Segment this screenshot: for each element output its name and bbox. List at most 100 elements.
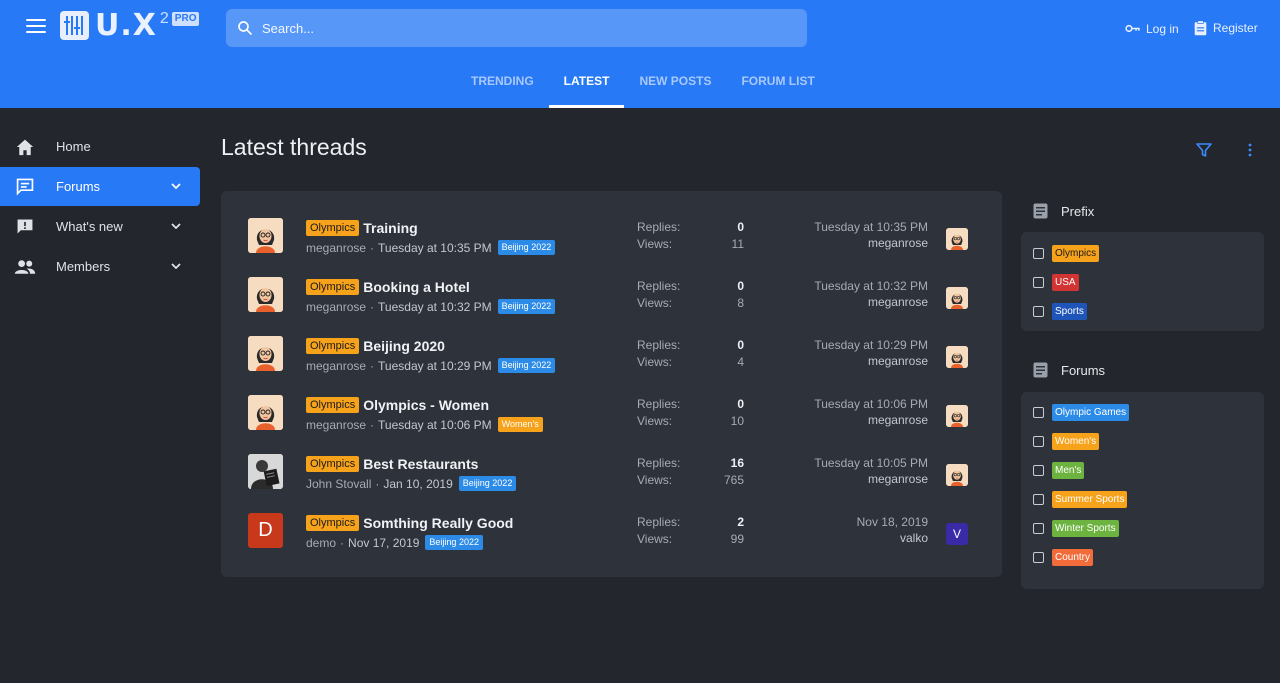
author-avatar[interactable] [248,454,283,489]
sidebar-item-members[interactable]: Members [0,247,200,286]
filter-checkbox[interactable] [1033,494,1044,505]
thread-prefix-badge[interactable]: Olympics [306,397,360,413]
thread-forum-tag[interactable]: Beijing 2022 [425,535,483,550]
thread-prefix-badge[interactable]: Olympics [306,220,360,236]
filter-checkbox[interactable] [1033,465,1044,476]
sidebar-item-forums[interactable]: Forums [0,167,200,206]
thread-forum-tag[interactable]: Beijing 2022 [497,240,556,255]
login-link[interactable]: Log in [1124,20,1179,37]
last-poster-avatar[interactable] [946,287,968,309]
search-bar[interactable] [226,9,807,47]
filter-option[interactable]: USA [1033,274,1079,291]
sidebar-item-home[interactable]: Home [0,127,200,166]
filter-option[interactable]: Olympics [1033,245,1100,262]
last-poster-avatar[interactable] [946,464,968,486]
last-post-date[interactable]: Tuesday at 10:06 PM [814,397,928,411]
filter-option[interactable]: Winter Sports [1033,520,1119,537]
last-poster-avatar[interactable] [946,228,968,250]
filter-checkbox[interactable] [1033,523,1044,534]
filter-checkbox[interactable] [1033,306,1044,317]
last-poster-avatar[interactable] [946,346,968,368]
last-poster-link[interactable]: meganrose [868,413,928,427]
thread-forum-tag[interactable]: Beijing 2022 [497,299,556,314]
last-post-date[interactable]: Nov 18, 2019 [857,515,928,529]
thread-start-date[interactable]: Tuesday at 10:32 PM [378,300,492,314]
last-post-date[interactable]: Tuesday at 10:05 PM [814,456,928,470]
filter-option[interactable]: Men's [1033,462,1085,479]
thread-title-link[interactable]: Booking a Hotel [363,279,470,295]
chevron-down-icon[interactable] [170,180,182,192]
chevron-down-icon[interactable] [170,220,182,232]
last-post-date[interactable]: Tuesday at 10:29 PM [814,338,928,352]
thread-author-link[interactable]: John Stovall [306,477,371,491]
thread-title-link[interactable]: Training [363,220,417,236]
last-poster-avatar[interactable]: V [946,523,968,545]
menu-icon[interactable] [26,19,46,37]
tab-trending[interactable]: TRENDING [456,62,549,108]
filter-checkbox[interactable] [1033,436,1044,447]
thread-author-link[interactable]: meganrose [306,418,366,432]
thread-author-link[interactable]: meganrose [306,359,366,373]
author-avatar[interactable] [248,395,283,430]
more-options-icon[interactable] [1247,142,1253,158]
filter-icon[interactable] [1196,142,1212,158]
filter-checkbox[interactable] [1033,248,1044,259]
chevron-down-icon[interactable] [170,260,182,272]
tab-latest[interactable]: LATEST [548,62,625,108]
thread-forum-tag[interactable]: Beijing 2022 [458,476,517,491]
last-post-date[interactable]: Tuesday at 10:35 PM [814,220,928,234]
replies-count: 16 [730,456,744,470]
author-avatar[interactable] [248,336,283,371]
author-avatar[interactable] [248,218,283,253]
filter-checkbox[interactable] [1033,407,1044,418]
thread-start-date[interactable]: Jan 10, 2019 [383,477,452,491]
thread-title-line: Olympics Best Restaurants [306,456,478,472]
filter-option[interactable]: Summer Sports [1033,491,1128,508]
thread-prefix-badge[interactable]: Olympics [306,338,360,354]
last-poster-avatar[interactable] [946,405,968,427]
views-label: Views: [637,414,673,428]
filter-option[interactable]: Sports [1033,303,1087,320]
thread-start-date[interactable]: Tuesday at 10:06 PM [378,418,492,432]
thread-meta: John Stovall · Jan 10, 2019 Beijing 2022 [306,476,517,491]
thread-author-link[interactable]: demo [306,536,336,550]
filter-option[interactable]: Women's [1033,433,1100,450]
filter-checkbox[interactable] [1033,552,1044,563]
filter-option[interactable]: Olympic Games [1033,404,1130,421]
thread-prefix-badge[interactable]: Olympics [306,515,360,531]
sidebar-item-whats-new[interactable]: What's new [0,207,200,246]
register-link[interactable]: Register [1193,20,1258,36]
last-post-date[interactable]: Tuesday at 10:32 PM [814,279,928,293]
thread-title-link[interactable]: Somthing Really Good [363,515,513,531]
last-poster-link[interactable]: meganrose [868,295,928,309]
search-input[interactable] [262,20,762,36]
thread-prefix-badge[interactable]: Olympics [306,456,360,472]
thread-title-link[interactable]: Best Restaurants [363,456,478,472]
thread-forum-tag[interactable]: Women's [497,417,543,432]
thread-list: Olympics Training meganrose · Tuesday at 10:… [221,191,1002,577]
thread-title-link[interactable]: Beijing 2020 [363,338,445,354]
last-poster-link[interactable]: meganrose [868,236,928,250]
tab-forum-list[interactable]: FORUM LIST [726,62,829,108]
thread-author-link[interactable]: meganrose [306,300,366,314]
last-poster-link[interactable]: meganrose [868,354,928,368]
filter-checkbox[interactable] [1033,277,1044,288]
replies-count: 0 [737,397,744,411]
last-poster-link[interactable]: valko [900,531,928,545]
site-logo[interactable]: U.X 2 PRO [60,10,200,43]
author-avatar[interactable]: D [248,513,283,548]
logo-superscript: 2 [159,10,169,27]
thread-prefix-badge[interactable]: Olympics [306,279,360,295]
author-avatar[interactable] [248,277,283,312]
thread-author-link[interactable]: meganrose [306,241,366,255]
last-poster-link[interactable]: meganrose [868,472,928,486]
thread-forum-tag[interactable]: Beijing 2022 [497,358,556,373]
thread-start-date[interactable]: Nov 17, 2019 [348,536,419,550]
filter-chip-label: Winter Sports [1052,520,1119,537]
tab-new-posts[interactable]: NEW POSTS [624,62,726,108]
thread-title-line: Olympics Beijing 2020 [306,338,445,354]
thread-start-date[interactable]: Tuesday at 10:35 PM [378,241,492,255]
thread-title-link[interactable]: Olympics - Women [363,397,489,413]
filter-option[interactable]: Country [1033,549,1094,566]
thread-start-date[interactable]: Tuesday at 10:29 PM [378,359,492,373]
